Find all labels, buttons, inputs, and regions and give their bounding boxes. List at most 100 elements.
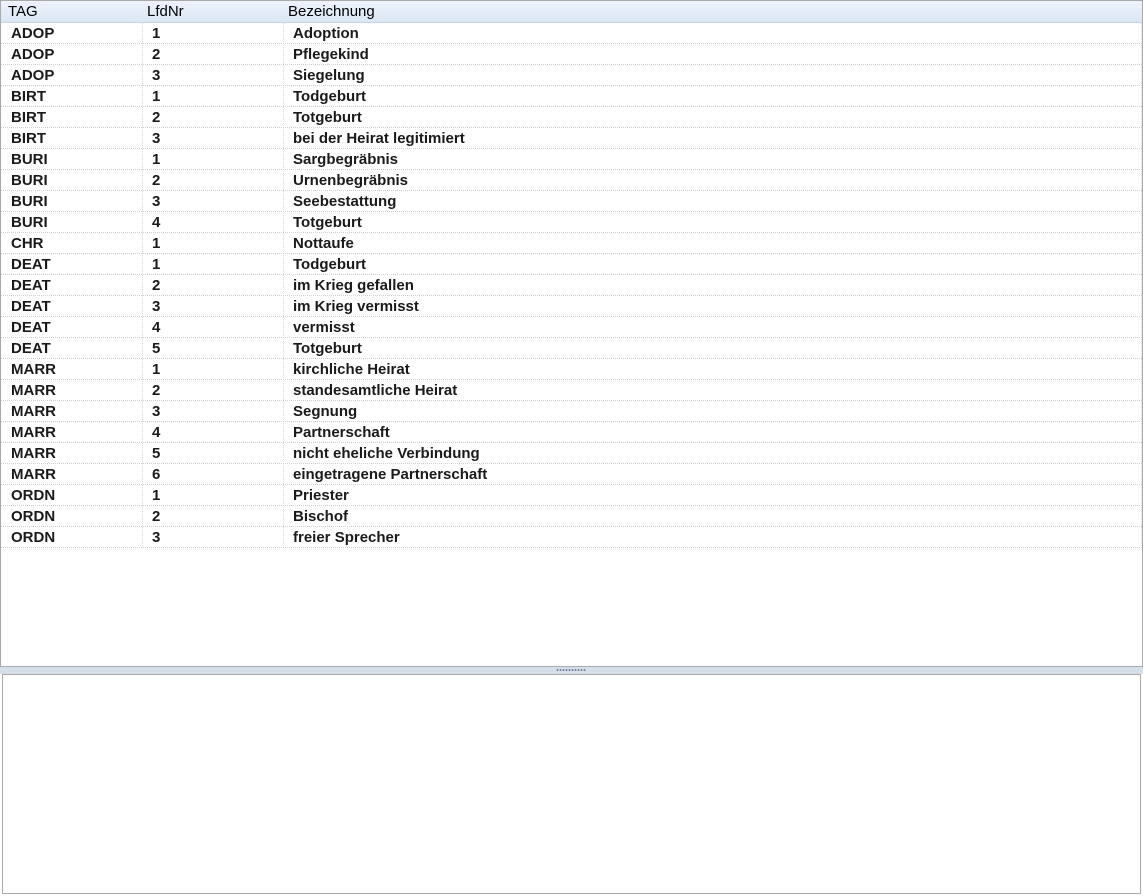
cell-bezeichnung: Totgeburt bbox=[293, 109, 362, 126]
cell-lfdnr: 3 bbox=[152, 130, 161, 147]
cell-bezeichnung: bei der Heirat legitimiert bbox=[293, 130, 465, 147]
table-row[interactable]: ADOP 3 Siegelung bbox=[1, 65, 1142, 86]
table-row[interactable]: DEAT 2 im Krieg gefallen bbox=[1, 275, 1142, 296]
cell-bezeichnung: Partnerschaft bbox=[293, 424, 390, 441]
cell-bezeichnung: standesamtliche Heirat bbox=[293, 382, 458, 399]
cell-lfdnr: 2 bbox=[152, 46, 161, 63]
table-row[interactable]: CHR 1 Nottaufe bbox=[1, 233, 1142, 254]
cell-bezeichnung: Segnung bbox=[293, 403, 358, 420]
table-row[interactable]: MARR 3 Segnung bbox=[1, 401, 1142, 422]
cell-bezeichnung: nicht eheliche Verbindung bbox=[293, 445, 480, 462]
cell-lfdnr: 1 bbox=[152, 235, 161, 252]
cell-tag: MARR bbox=[11, 445, 56, 462]
cell-tag: MARR bbox=[11, 466, 56, 483]
table-row[interactable]: BURI 4 Totgeburt bbox=[1, 212, 1142, 233]
cell-tag: ORDN bbox=[11, 508, 56, 525]
table-row[interactable]: DEAT 3 im Krieg vermisst bbox=[1, 296, 1142, 317]
cell-tag: DEAT bbox=[11, 256, 51, 273]
column-header-tag[interactable]: TAG bbox=[8, 1, 38, 22]
cell-lfdnr: 3 bbox=[152, 193, 161, 210]
cell-tag: ADOP bbox=[11, 46, 55, 63]
app-window: TAG LfdNr Bezeichnung ADOP 1 Adoption ADOP 2… bbox=[0, 0, 1143, 896]
cell-tag: BIRT bbox=[11, 130, 46, 147]
table-row[interactable]: ORDN 2 Bischof bbox=[1, 506, 1142, 527]
table-row[interactable]: DEAT 4 vermisst bbox=[1, 317, 1142, 338]
cell-bezeichnung: Adoption bbox=[293, 25, 359, 42]
table-row[interactable]: MARR 6 eingetragene Partnerschaft bbox=[1, 464, 1142, 485]
cell-tag: MARR bbox=[11, 403, 56, 420]
grid-body: ADOP 1 Adoption ADOP 2 Pflegekind ADOP 3 Siegelu… bbox=[1, 23, 1142, 548]
table-row[interactable]: ADOP 2 Pflegekind bbox=[1, 44, 1142, 65]
table-row[interactable]: MARR 5 nicht eheliche Verbindung bbox=[1, 443, 1142, 464]
cell-lfdnr: 2 bbox=[152, 109, 161, 126]
cell-lfdnr: 1 bbox=[152, 361, 161, 378]
cell-tag: ADOP bbox=[11, 67, 55, 84]
cell-tag: DEAT bbox=[11, 340, 51, 357]
data-grid[interactable]: TAG LfdNr Bezeichnung ADOP 1 Adoption ADOP 2… bbox=[0, 0, 1143, 667]
cell-bezeichnung: Bischof bbox=[293, 508, 349, 525]
cell-lfdnr: 2 bbox=[152, 277, 161, 294]
cell-tag: BIRT bbox=[11, 109, 46, 126]
cell-lfdnr: 1 bbox=[152, 25, 161, 42]
cell-lfdnr: 3 bbox=[152, 529, 161, 546]
table-row[interactable]: BURI 3 Seebestattung bbox=[1, 191, 1142, 212]
cell-bezeichnung: Todgeburt bbox=[293, 256, 367, 273]
cell-tag: BURI bbox=[11, 151, 48, 168]
cell-lfdnr: 2 bbox=[152, 382, 161, 399]
cell-bezeichnung: freier Sprecher bbox=[293, 529, 400, 546]
table-row[interactable]: DEAT 1 Todgeburt bbox=[1, 254, 1142, 275]
table-row[interactable]: BURI 1 Sargbegräbnis bbox=[1, 149, 1142, 170]
cell-tag: ORDN bbox=[11, 487, 56, 504]
cell-lfdnr: 1 bbox=[152, 151, 161, 168]
cell-bezeichnung: vermisst bbox=[293, 319, 355, 336]
splitter-handle[interactable] bbox=[0, 667, 1143, 674]
cell-lfdnr: 2 bbox=[152, 508, 161, 525]
table-row[interactable]: BIRT 1 Todgeburt bbox=[1, 86, 1142, 107]
cell-tag: CHR bbox=[11, 235, 44, 252]
cell-lfdnr: 4 bbox=[152, 214, 161, 231]
cell-lfdnr: 1 bbox=[152, 487, 161, 504]
table-row[interactable]: BIRT 2 Totgeburt bbox=[1, 107, 1142, 128]
cell-tag: BURI bbox=[11, 214, 48, 231]
cell-lfdnr: 6 bbox=[152, 466, 161, 483]
table-row[interactable]: ORDN 1 Priester bbox=[1, 485, 1142, 506]
cell-lfdnr: 4 bbox=[152, 319, 161, 336]
detail-panel[interactable] bbox=[2, 674, 1141, 894]
cell-bezeichnung: eingetragene Partnerschaft bbox=[293, 466, 488, 483]
cell-bezeichnung: im Krieg gefallen bbox=[293, 277, 414, 294]
cell-bezeichnung: im Krieg vermisst bbox=[293, 298, 419, 315]
cell-bezeichnung: Nottaufe bbox=[293, 235, 354, 252]
cell-lfdnr: 3 bbox=[152, 298, 161, 315]
cell-bezeichnung: Pflegekind bbox=[293, 46, 369, 63]
cell-tag: MARR bbox=[11, 424, 56, 441]
cell-bezeichnung: Siegelung bbox=[293, 67, 365, 84]
table-row[interactable]: ORDN 3 freier Sprecher bbox=[1, 527, 1142, 548]
cell-bezeichnung: Totgeburt bbox=[293, 214, 362, 231]
table-row[interactable]: ADOP 1 Adoption bbox=[1, 23, 1142, 44]
cell-bezeichnung: Seebestattung bbox=[293, 193, 397, 210]
cell-tag: ADOP bbox=[11, 25, 55, 42]
cell-lfdnr: 4 bbox=[152, 424, 161, 441]
table-row[interactable]: MARR 1 kirchliche Heirat bbox=[1, 359, 1142, 380]
cell-lfdnr: 5 bbox=[152, 445, 161, 462]
grid-header: TAG LfdNr Bezeichnung bbox=[1, 1, 1142, 23]
column-header-bezeichnung[interactable]: Bezeichnung bbox=[288, 1, 375, 22]
table-row[interactable]: MARR 4 Partnerschaft bbox=[1, 422, 1142, 443]
cell-tag: MARR bbox=[11, 361, 56, 378]
cell-tag: ORDN bbox=[11, 529, 56, 546]
cell-tag: DEAT bbox=[11, 277, 51, 294]
cell-bezeichnung: Urnenbegräbnis bbox=[293, 172, 409, 189]
table-row[interactable]: DEAT 5 Totgeburt bbox=[1, 338, 1142, 359]
cell-tag: DEAT bbox=[11, 298, 51, 315]
cell-bezeichnung: Todgeburt bbox=[293, 88, 367, 105]
grip-icon bbox=[556, 669, 586, 671]
cell-tag: BIRT bbox=[11, 88, 46, 105]
table-row[interactable]: BIRT 3 bei der Heirat legitimiert bbox=[1, 128, 1142, 149]
table-row[interactable]: BURI 2 Urnenbegräbnis bbox=[1, 170, 1142, 191]
cell-tag: MARR bbox=[11, 382, 56, 399]
cell-tag: BURI bbox=[11, 193, 48, 210]
column-header-lfdnr[interactable]: LfdNr bbox=[147, 1, 184, 22]
cell-lfdnr: 3 bbox=[152, 67, 161, 84]
table-row[interactable]: MARR 2 standesamtliche Heirat bbox=[1, 380, 1142, 401]
cell-bezeichnung: Priester bbox=[293, 487, 349, 504]
